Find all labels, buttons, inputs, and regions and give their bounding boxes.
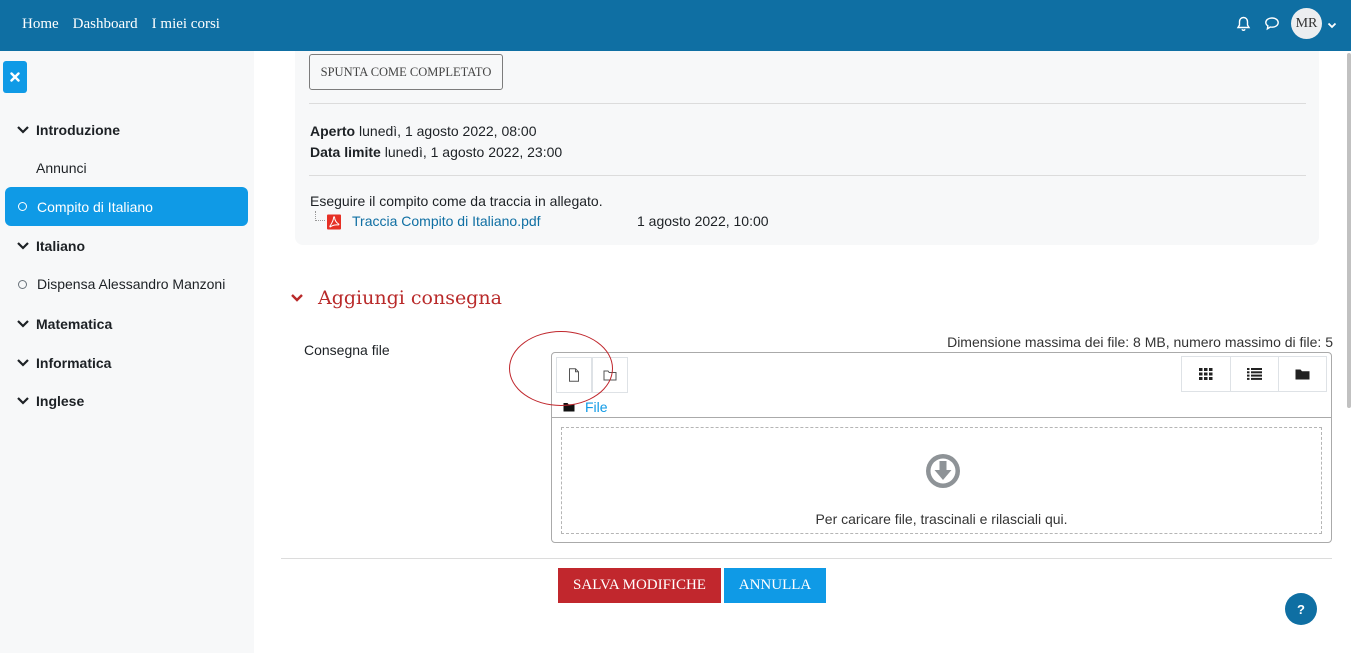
grid-icon <box>1199 368 1213 380</box>
nav-link-home[interactable]: Home <box>22 16 59 33</box>
cancel-button[interactable]: ANNULLA <box>724 568 826 603</box>
folder-icon <box>563 403 575 412</box>
attachment-link[interactable]: Traccia Compito di Italiano.pdf <box>352 213 541 229</box>
assignment-description: Eseguire il compito come da traccia in a… <box>310 193 603 209</box>
completion-circle-icon <box>18 202 27 211</box>
divider <box>309 175 1306 176</box>
section-informatica[interactable]: Informatica <box>16 355 111 371</box>
close-drawer-button[interactable] <box>3 61 27 93</box>
section-label: Matematica <box>36 316 113 332</box>
due-date-value: lunedì, 1 agosto 2022, 23:00 <box>384 144 563 160</box>
add-file-button[interactable] <box>556 357 592 393</box>
completion-circle-icon <box>18 279 27 289</box>
activity-annunci[interactable]: Annunci <box>36 160 87 176</box>
section-label: Introduzione <box>36 122 120 138</box>
section-introduzione[interactable]: Introduzione <box>16 122 120 138</box>
list-view-button[interactable] <box>1230 357 1278 391</box>
chevron-down-icon <box>291 294 303 302</box>
pdf-file-icon <box>327 214 341 230</box>
submission-section-header[interactable]: Aggiungi consegna <box>290 287 502 309</box>
file-drop-zone[interactable]: Per caricare file, trascinali e rilascia… <box>561 427 1322 534</box>
folder-icon <box>1295 369 1310 380</box>
file-manager: File Per caricare file, trascinali e ril… <box>551 352 1332 543</box>
section-label: Italiano <box>36 238 86 254</box>
path-root-link[interactable]: File <box>585 399 608 415</box>
drop-zone-text: Per caricare file, trascinali e rilascia… <box>815 511 1068 527</box>
tree-connector <box>315 211 325 221</box>
icon-view-button[interactable] <box>1182 357 1230 391</box>
attachment-date: 1 agosto 2022, 10:00 <box>637 213 769 229</box>
due-date-label: Data limite <box>310 144 381 160</box>
opened-date-label: Aperto <box>310 123 356 139</box>
file-icon <box>569 368 579 382</box>
nav-link-my-courses[interactable]: I miei corsi <box>152 16 220 33</box>
submission-title: Aggiungi consegna <box>318 287 502 309</box>
chevron-down-icon <box>17 242 29 250</box>
user-avatar[interactable]: MR <box>1291 8 1322 39</box>
chevron-down-icon <box>17 126 29 134</box>
activity-label: Annunci <box>36 160 87 176</box>
help-button[interactable]: ? <box>1285 593 1317 625</box>
divider <box>309 103 1306 104</box>
section-matematica[interactable]: Matematica <box>16 316 112 332</box>
download-arrow-icon <box>926 454 960 488</box>
opened-date: Aperto lunedì, 1 agosto 2022, 08:00 <box>310 123 537 139</box>
opened-date-value: lunedì, 1 agosto 2022, 08:00 <box>359 123 537 139</box>
messages-chat-icon[interactable] <box>1262 14 1282 34</box>
view-mode-toggle <box>1181 356 1327 392</box>
section-label: Inglese <box>36 393 85 409</box>
file-limits-text: Dimensione massima dei file: 8 MB, numer… <box>947 334 1333 350</box>
activity-label: Dispensa Alessandro Manzoni <box>37 276 226 292</box>
divider <box>552 417 1331 418</box>
create-folder-button[interactable] <box>592 357 628 393</box>
save-changes-button[interactable]: SALVA MODIFICHE <box>558 568 721 603</box>
activity-compito-di-italiano[interactable]: Compito di Italiano <box>5 187 248 226</box>
activity-info-card: SPUNTA COME COMPLETATO Aperto lunedì, 1 … <box>295 51 1319 245</box>
course-index-drawer: Introduzione Annunci Compito di Italiano… <box>0 51 254 653</box>
user-menu-chevron-down-icon[interactable] <box>1327 16 1337 32</box>
list-icon <box>1247 368 1262 380</box>
tree-view-button[interactable] <box>1278 357 1326 391</box>
due-date: Data limite lunedì, 1 agosto 2022, 23:00 <box>310 144 562 160</box>
divider <box>281 558 1332 559</box>
chevron-down-icon <box>17 320 29 328</box>
close-icon <box>10 72 20 82</box>
main-content: SPUNTA COME COMPLETATO Aperto lunedì, 1 … <box>254 51 1351 653</box>
section-label: Informatica <box>36 355 112 371</box>
scrollbar-thumb[interactable] <box>1347 53 1351 408</box>
activity-dispensa-manzoni[interactable]: Dispensa Alessandro Manzoni <box>16 276 225 292</box>
section-inglese[interactable]: Inglese <box>16 393 84 409</box>
notifications-bell-icon[interactable] <box>1233 14 1253 34</box>
file-submission-label: Consegna file <box>304 342 390 358</box>
user-navigation: MR <box>1233 8 1337 39</box>
folder-icon <box>603 370 617 381</box>
top-navbar: Home Dashboard I miei corsi MR <box>0 0 1351 51</box>
nav-link-dashboard[interactable]: Dashboard <box>73 16 138 33</box>
primary-navigation: Home Dashboard I miei corsi <box>22 0 220 48</box>
mark-as-done-button[interactable]: SPUNTA COME COMPLETATO <box>309 54 503 90</box>
chevron-down-icon <box>17 359 29 367</box>
file-path-breadcrumb: File <box>563 399 608 415</box>
chevron-down-icon <box>17 397 29 405</box>
section-italiano[interactable]: Italiano <box>16 238 85 254</box>
activity-label: Compito di Italiano <box>37 198 153 215</box>
